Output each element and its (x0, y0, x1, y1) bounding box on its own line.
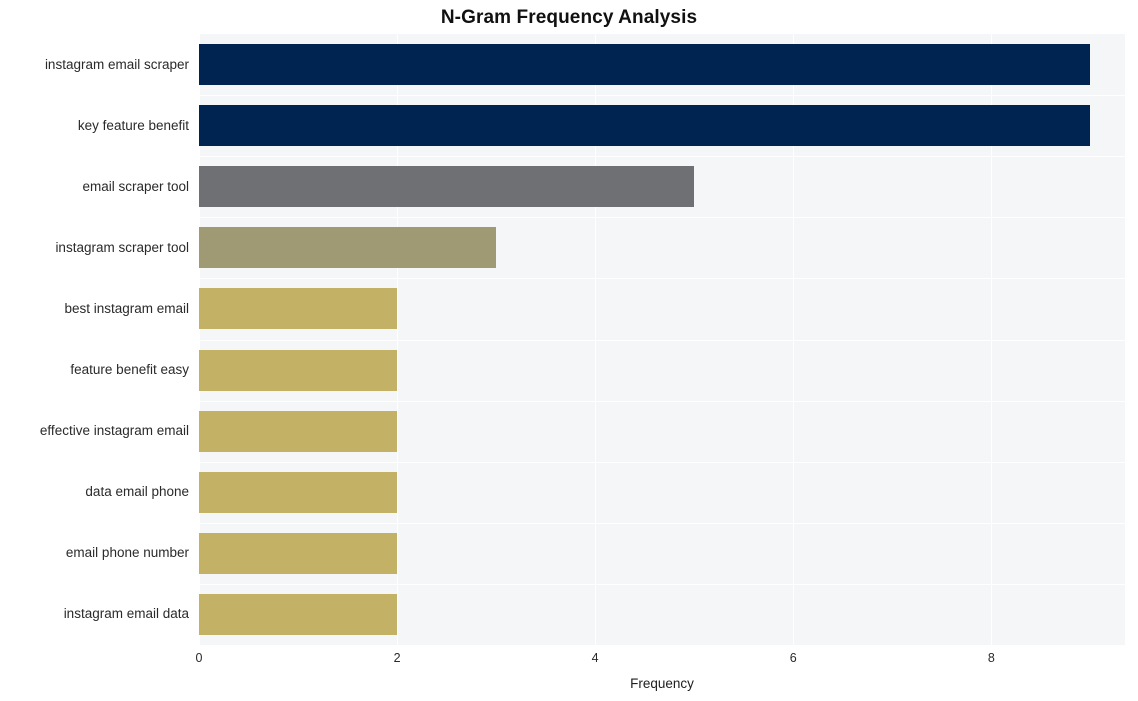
x-tick-label: 0 (195, 651, 203, 665)
bar (199, 532, 398, 574)
x-tick-label: 8 (987, 651, 995, 665)
x-axis-tick-labels: 0 2 4 6 8 (0, 651, 1138, 669)
bar (199, 593, 398, 635)
y-tick-label: best instagram email (64, 300, 189, 316)
y-tick-label: effective instagram email (39, 423, 189, 439)
x-tick-label: 2 (393, 651, 401, 665)
bar (199, 410, 398, 452)
y-tick-label: email scraper tool (82, 178, 189, 194)
y-tick-label: instagram email scraper (44, 56, 189, 72)
bars-layer (199, 34, 1125, 645)
y-tick-label: feature benefit easy (70, 362, 189, 378)
y-tick-label: key feature benefit (77, 117, 189, 133)
bar (199, 288, 398, 330)
bar (199, 44, 1091, 86)
x-axis-label: Frequency (630, 676, 694, 691)
x-tick-label: 4 (591, 651, 599, 665)
bar (199, 166, 695, 208)
bar (199, 227, 497, 269)
chart-title: N-Gram Frequency Analysis (440, 7, 698, 28)
bar (199, 105, 1091, 147)
ngram-frequency-bar-chart: N-Gram Frequency Analysis instagram emai… (0, 0, 1138, 701)
bar (199, 471, 398, 513)
bar (199, 349, 398, 391)
plot-area (199, 34, 1125, 645)
y-tick-label: data email phone (85, 484, 189, 500)
y-tick-label: instagram email data (63, 606, 189, 622)
x-tick-label: 6 (789, 651, 797, 665)
y-tick-label: instagram scraper tool (55, 239, 189, 255)
y-tick-label: email phone number (65, 545, 189, 561)
y-axis-tick-labels: instagram email scraper key feature benef… (0, 34, 189, 645)
